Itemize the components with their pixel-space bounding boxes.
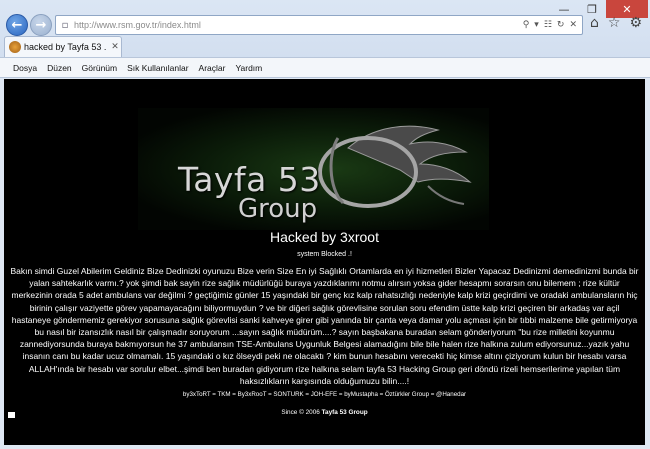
address-tools: ⚲ ▾ ☷ ↻ ✕ bbox=[523, 20, 582, 30]
arrow-right-icon: → bbox=[35, 17, 47, 33]
dropdown-icon[interactable]: ▾ bbox=[534, 20, 539, 30]
message-body: Bakın simdi Guzel Abilerim Geldiniz Bize… bbox=[10, 266, 639, 386]
tab-title: hacked by Tayfa 53 ... bbox=[24, 42, 106, 52]
menu-bar: Dosya Düzen Görünüm Sık Kullanılanlar Ar… bbox=[0, 57, 650, 78]
menu-item-yardim[interactable]: Yardım bbox=[230, 63, 267, 73]
browser-chrome: — ❐ ✕ ← → ▫ http://www.rsm.gov.tr/index.… bbox=[0, 0, 650, 78]
logo-subtitle: Group bbox=[238, 194, 318, 224]
group-logo: Tayfa 53 Group bbox=[138, 108, 489, 230]
refresh-icon[interactable]: ↻ bbox=[557, 20, 565, 30]
browser-tab[interactable]: hacked by Tayfa 53 ... ✕ bbox=[4, 36, 122, 57]
menu-item-gorunum[interactable]: Görünüm bbox=[77, 63, 122, 73]
tab-close-icon[interactable]: ✕ bbox=[109, 42, 121, 52]
since-prefix: Since © 2006 bbox=[281, 409, 320, 416]
menu-item-araclar[interactable]: Araçlar bbox=[194, 63, 231, 73]
page-subheading: system Blocked .! bbox=[297, 251, 352, 258]
tab-favicon-icon bbox=[9, 41, 21, 53]
embedded-widget[interactable] bbox=[8, 412, 15, 418]
forward-button[interactable]: → bbox=[30, 14, 52, 36]
address-bar[interactable]: ▫ http://www.rsm.gov.tr/index.html ⚲ ▾ ☷… bbox=[55, 15, 583, 35]
gear-icon[interactable]: ⚙ bbox=[629, 15, 642, 31]
menu-item-duzen[interactable]: Düzen bbox=[42, 63, 77, 73]
stop-icon[interactable]: ✕ bbox=[569, 20, 577, 30]
page-icon: ▫ bbox=[61, 19, 69, 31]
footer-since: Since © 2006 Tayfa 53 Group bbox=[4, 409, 645, 416]
back-button[interactable]: ← bbox=[6, 14, 28, 36]
arrow-left-icon: ← bbox=[11, 17, 23, 33]
favorites-star-icon[interactable]: ☆ bbox=[608, 15, 621, 31]
menu-item-dosya[interactable]: Dosya bbox=[8, 63, 42, 73]
address-url[interactable]: http://www.rsm.gov.tr/index.html bbox=[74, 20, 523, 30]
credits-line: by3xToRT = TKM = By3xRooT = SONTURK = JO… bbox=[182, 391, 467, 398]
browser-toolbar-icons: ⌂ ☆ ⚙ bbox=[590, 15, 642, 31]
compatibility-icon[interactable]: ☷ bbox=[544, 20, 552, 30]
page-viewport: Tayfa 53 Group Hacked by 3xroot system B… bbox=[4, 79, 645, 445]
home-icon[interactable]: ⌂ bbox=[590, 15, 599, 31]
since-brand: Tayfa 53 Group bbox=[321, 409, 368, 416]
page-heading: Hacked by 3xroot bbox=[270, 229, 379, 245]
search-icon[interactable]: ⚲ bbox=[523, 20, 530, 30]
menu-item-favorites[interactable]: Sık Kullanılanlar bbox=[122, 63, 193, 73]
